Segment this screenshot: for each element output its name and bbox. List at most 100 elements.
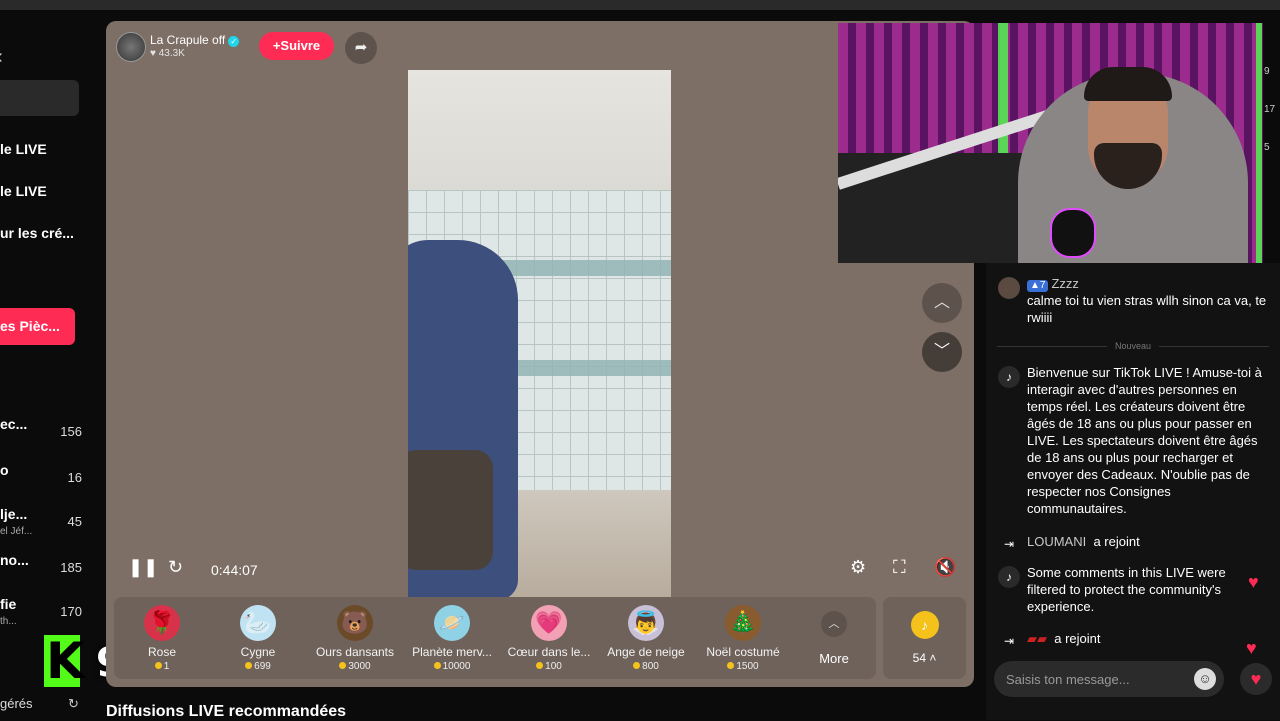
follow-label: Suivre [280, 38, 321, 53]
cam-microphone [1050, 208, 1096, 258]
user-avatar[interactable] [998, 277, 1020, 299]
gift-name: Ange de neige [607, 645, 685, 659]
next-live-button[interactable]: ﹀ [922, 332, 962, 372]
emoji-icon[interactable]: ☺ [1194, 668, 1216, 690]
coin-icon [633, 662, 641, 669]
heart-small-icon: ♥ [150, 48, 159, 59]
creator-count: 16 [67, 470, 82, 485]
video-frame[interactable] [408, 70, 671, 597]
creator-count: 170 [60, 604, 82, 619]
gift-name: Noël costumé [706, 645, 780, 659]
gift-name: Cygne [240, 645, 276, 659]
chat-panel: ▲7 Zzzz calme toi tu vien stras wllh sino… [986, 263, 1280, 720]
rose-icon: 🌹 [144, 605, 180, 641]
gift-price: 1 [163, 661, 170, 672]
chat-text: a rejoint [1093, 534, 1140, 549]
gift-price-row: 699 [210, 661, 306, 672]
coin-icon [154, 662, 162, 669]
side-number: 5 [1264, 142, 1270, 153]
creator-sub: th... [0, 616, 17, 627]
mute-icon[interactable]: 🔇 [934, 557, 956, 578]
gift-item[interactable]: 💗 Cœur dans le... 100 [501, 597, 597, 679]
sidebar-link-3[interactable]: ur les cré... [0, 225, 74, 241]
creator-item[interactable]: fie th... 170 [0, 596, 82, 636]
host-likes-row: ♥ 43.3K [150, 48, 185, 59]
gift-name: Planète merv... [412, 645, 492, 659]
left-sidebar: ‹ le LIVE le LIVE ur les cré... es Pièc.… [0, 10, 100, 720]
gift-price: 3000 [348, 661, 371, 672]
chat-username[interactable]: LOUMANI [1027, 534, 1086, 549]
bears-icon: 🐻 [337, 605, 373, 641]
creator-name: fie [0, 596, 17, 612]
level-badge: ▲7 [1027, 280, 1049, 292]
playback-time: 0:44:07 [211, 562, 258, 578]
back-icon[interactable]: ‹ [0, 46, 3, 69]
side-number: 9 [1264, 66, 1270, 77]
gift-bar: 🌹 Rose 1 🦢 Cygne 699 🐻 Ours dansants 300… [114, 597, 876, 679]
chat-input-box[interactable]: ☺ [994, 661, 1224, 697]
sidebar-link-2[interactable]: le LIVE [0, 183, 47, 199]
chat-input[interactable] [1006, 670, 1186, 688]
host-info: La Crapule off ✓ ♥ 43.3K +Suivre ➦ [114, 30, 377, 64]
webcam-overlay [838, 23, 1263, 263]
creator-item[interactable]: ec... 156 [0, 416, 82, 456]
host-avatar[interactable] [116, 32, 146, 62]
coins-button[interactable]: ♪ 54 ˄ [883, 597, 966, 679]
kick-logo: K [44, 635, 85, 687]
gift-item[interactable]: 🌹 Rose 1 [114, 597, 210, 679]
chat-username[interactable]: Zzzz [1051, 276, 1078, 291]
refresh-icon[interactable]: ↻ [68, 696, 79, 712]
heart-icon: ♥ [1250, 669, 1262, 689]
creator-item[interactable]: no... 185 [0, 552, 82, 592]
more-label: More [819, 651, 849, 666]
share-icon[interactable]: ➦ [345, 32, 377, 64]
gift-item[interactable]: 🎄 Noël costumé 1500 [695, 597, 791, 679]
creator-item[interactable]: lje... el Jéf... 45 [0, 506, 82, 546]
new-separator: Nouveau [986, 341, 1280, 351]
creator-item[interactable]: o 16 [0, 462, 82, 502]
gift-price: 10000 [442, 661, 471, 672]
gift-item[interactable]: 🐻 Ours dansants 3000 [307, 597, 403, 679]
kick-letter: K [46, 632, 85, 690]
creator-name: lje... [0, 506, 28, 522]
gift-item[interactable]: 🪐 Planète merv... 10000 [404, 597, 500, 679]
gift-price: 1500 [736, 661, 759, 672]
join-icon: ⇥ [1003, 634, 1015, 648]
settings-icon[interactable]: ⚙ [850, 557, 866, 578]
cam-hair [1084, 67, 1172, 101]
like-button[interactable]: ♥ [1240, 663, 1272, 695]
follow-button[interactable]: +Suivre [259, 32, 334, 60]
tiktok-icon: ♪ [998, 566, 1020, 588]
video-bag [408, 450, 493, 570]
swan-icon: 🦢 [240, 605, 276, 641]
fullscreen-icon[interactable]: ⛶ [893, 557, 906, 578]
side-number: 17 [1264, 104, 1276, 115]
gift-price-row: 10000 [404, 661, 500, 672]
previous-live-button[interactable]: ︿ [922, 283, 962, 323]
chat-message-body: ▲7 Zzzz calme toi tu vien stras wllh sino… [1027, 275, 1267, 326]
pause-icon[interactable]: ❚❚ [128, 557, 158, 578]
coins-count-row: 54 ˄ [912, 651, 937, 665]
host-name-row[interactable]: La Crapule off ✓ [150, 33, 240, 47]
creator-sub: el Jéf... [0, 526, 33, 537]
reload-icon[interactable]: ↻ [168, 557, 183, 578]
gift-price-row: 100 [501, 661, 597, 672]
coin-icon [536, 662, 544, 669]
planet-icon: 🪐 [434, 605, 470, 641]
coin-icon: ♪ [910, 611, 939, 639]
more-gifts-button[interactable]: ︿ More [799, 597, 869, 679]
gift-price-row: 1500 [695, 661, 791, 672]
cam-light [1256, 23, 1262, 263]
creator-count: 45 [67, 514, 82, 529]
chevron-down-icon: ﹀ [933, 343, 950, 360]
flag-icon: ▰▰ [1027, 631, 1047, 646]
chevron-up-icon: ︿ [821, 611, 847, 637]
chat-text: Some comments in this LIVE were filtered… [1027, 565, 1226, 614]
gift-item[interactable]: 🦢 Cygne 699 [210, 597, 306, 679]
creator-count: 156 [60, 424, 82, 439]
sidebar-link-1[interactable]: le LIVE [0, 141, 47, 157]
coin-icon [339, 662, 347, 669]
pieces-button[interactable]: es Pièc... [0, 308, 75, 345]
sidebar-search[interactable] [0, 80, 79, 116]
gift-item[interactable]: 👼 Ange de neige 800 [598, 597, 694, 679]
